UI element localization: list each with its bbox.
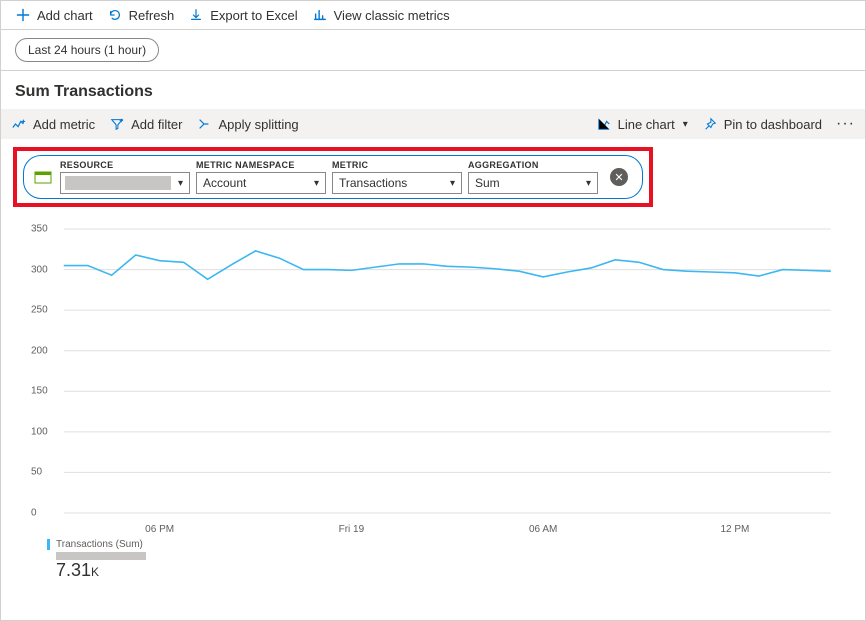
pin-button[interactable]: Pin to dashboard (702, 116, 822, 132)
chart-title: Sum Transactions (1, 71, 865, 109)
chevron-down-icon: ▾ (450, 178, 455, 189)
legend: Transactions (Sum) 7.31K (47, 539, 207, 581)
chevron-down-icon: ▾ (586, 178, 591, 189)
chart-toolbar: Add metric Add filter Apply splitting Li… (1, 109, 865, 139)
plus-icon (15, 7, 31, 23)
add-metric-label: Add metric (33, 117, 95, 132)
y-tick-label: 50 (31, 467, 42, 478)
storage-account-icon (32, 166, 54, 188)
metric-selector-group: METRIC Transactions ▾ (332, 160, 462, 194)
refresh-button[interactable]: Refresh (107, 7, 175, 23)
y-tick-label: 100 (31, 426, 48, 437)
add-metric-icon (11, 116, 27, 132)
resource-dropdown[interactable]: ▾ (60, 172, 190, 194)
y-tick-label: 150 (31, 386, 48, 397)
x-tick-label: Fri 19 (339, 524, 365, 535)
add-filter-label: Add filter (131, 117, 182, 132)
filter-icon (109, 116, 125, 132)
y-tick-label: 300 (31, 264, 48, 275)
line-chart (25, 225, 841, 535)
export-button[interactable]: Export to Excel (188, 7, 297, 23)
legend-value-unit: K (91, 565, 99, 579)
chevron-down-icon: ▾ (683, 119, 688, 130)
aggregation-value: Sum (475, 176, 500, 190)
namespace-value: Account (203, 176, 246, 190)
x-tick-label: 06 PM (145, 524, 174, 535)
pin-label: Pin to dashboard (724, 117, 822, 132)
chart-type-button[interactable]: Line chart ▾ (596, 116, 688, 132)
chart-area: 0 50 100 150 200 250 300 350 06 PM Fri 19 06 AM 12 … (25, 225, 841, 535)
apply-splitting-button[interactable]: Apply splitting (196, 116, 298, 132)
chart-type-label: Line chart (618, 117, 675, 132)
y-tick-label: 250 (31, 305, 48, 316)
apply-splitting-label: Apply splitting (218, 117, 298, 132)
metric-value: Transactions (339, 176, 407, 190)
remove-metric-button[interactable]: ✕ (610, 168, 628, 186)
close-icon: ✕ (614, 171, 623, 184)
metric-selector-pill: RESOURCE ▾ METRIC NAMESPACE Account ▾ ME… (23, 155, 643, 199)
metric-selector-highlight: RESOURCE ▾ METRIC NAMESPACE Account ▾ ME… (13, 147, 653, 207)
split-icon (196, 116, 212, 132)
add-chart-label: Add chart (37, 8, 93, 23)
x-tick-label: 12 PM (720, 524, 749, 535)
download-icon (188, 7, 204, 23)
chevron-down-icon: ▾ (314, 178, 319, 189)
add-filter-button[interactable]: Add filter (109, 116, 182, 132)
add-chart-button[interactable]: Add chart (15, 7, 93, 23)
pin-icon (702, 116, 718, 132)
y-tick-label: 350 (31, 224, 48, 235)
view-classic-button[interactable]: View classic metrics (312, 7, 450, 23)
namespace-dropdown[interactable]: Account ▾ (196, 172, 326, 194)
resource-label: RESOURCE (60, 160, 190, 170)
aggregation-label: AGGREGATION (468, 160, 598, 170)
legend-series-name: Transactions (Sum) (47, 539, 207, 550)
top-toolbar: Add chart Refresh Export to Excel View c… (1, 1, 865, 30)
line-chart-icon (596, 116, 612, 132)
add-metric-button[interactable]: Add metric (11, 116, 95, 132)
legend-value: 7.31K (56, 560, 207, 581)
bar-chart-icon (312, 7, 328, 23)
resource-selector-group: RESOURCE ▾ (60, 160, 190, 194)
metric-label: METRIC (332, 160, 462, 170)
namespace-selector-group: METRIC NAMESPACE Account ▾ (196, 160, 326, 194)
more-button[interactable]: ··· (836, 115, 855, 133)
x-tick-label: 06 AM (529, 524, 557, 535)
chevron-down-icon: ▾ (178, 178, 183, 189)
metric-dropdown[interactable]: Transactions ▾ (332, 172, 462, 194)
legend-bar (56, 552, 146, 560)
time-range-row: Last 24 hours (1 hour) (1, 30, 865, 71)
aggregation-selector-group: AGGREGATION Sum ▾ (468, 160, 598, 194)
view-classic-label: View classic metrics (334, 8, 450, 23)
refresh-label: Refresh (129, 8, 175, 23)
refresh-icon (107, 7, 123, 23)
y-tick-label: 200 (31, 345, 48, 356)
time-range-pill[interactable]: Last 24 hours (1 hour) (15, 38, 159, 62)
legend-value-number: 7.31 (56, 560, 91, 580)
y-tick-label: 0 (31, 508, 37, 519)
namespace-label: METRIC NAMESPACE (196, 160, 326, 170)
aggregation-dropdown[interactable]: Sum ▾ (468, 172, 598, 194)
export-label: Export to Excel (210, 8, 297, 23)
